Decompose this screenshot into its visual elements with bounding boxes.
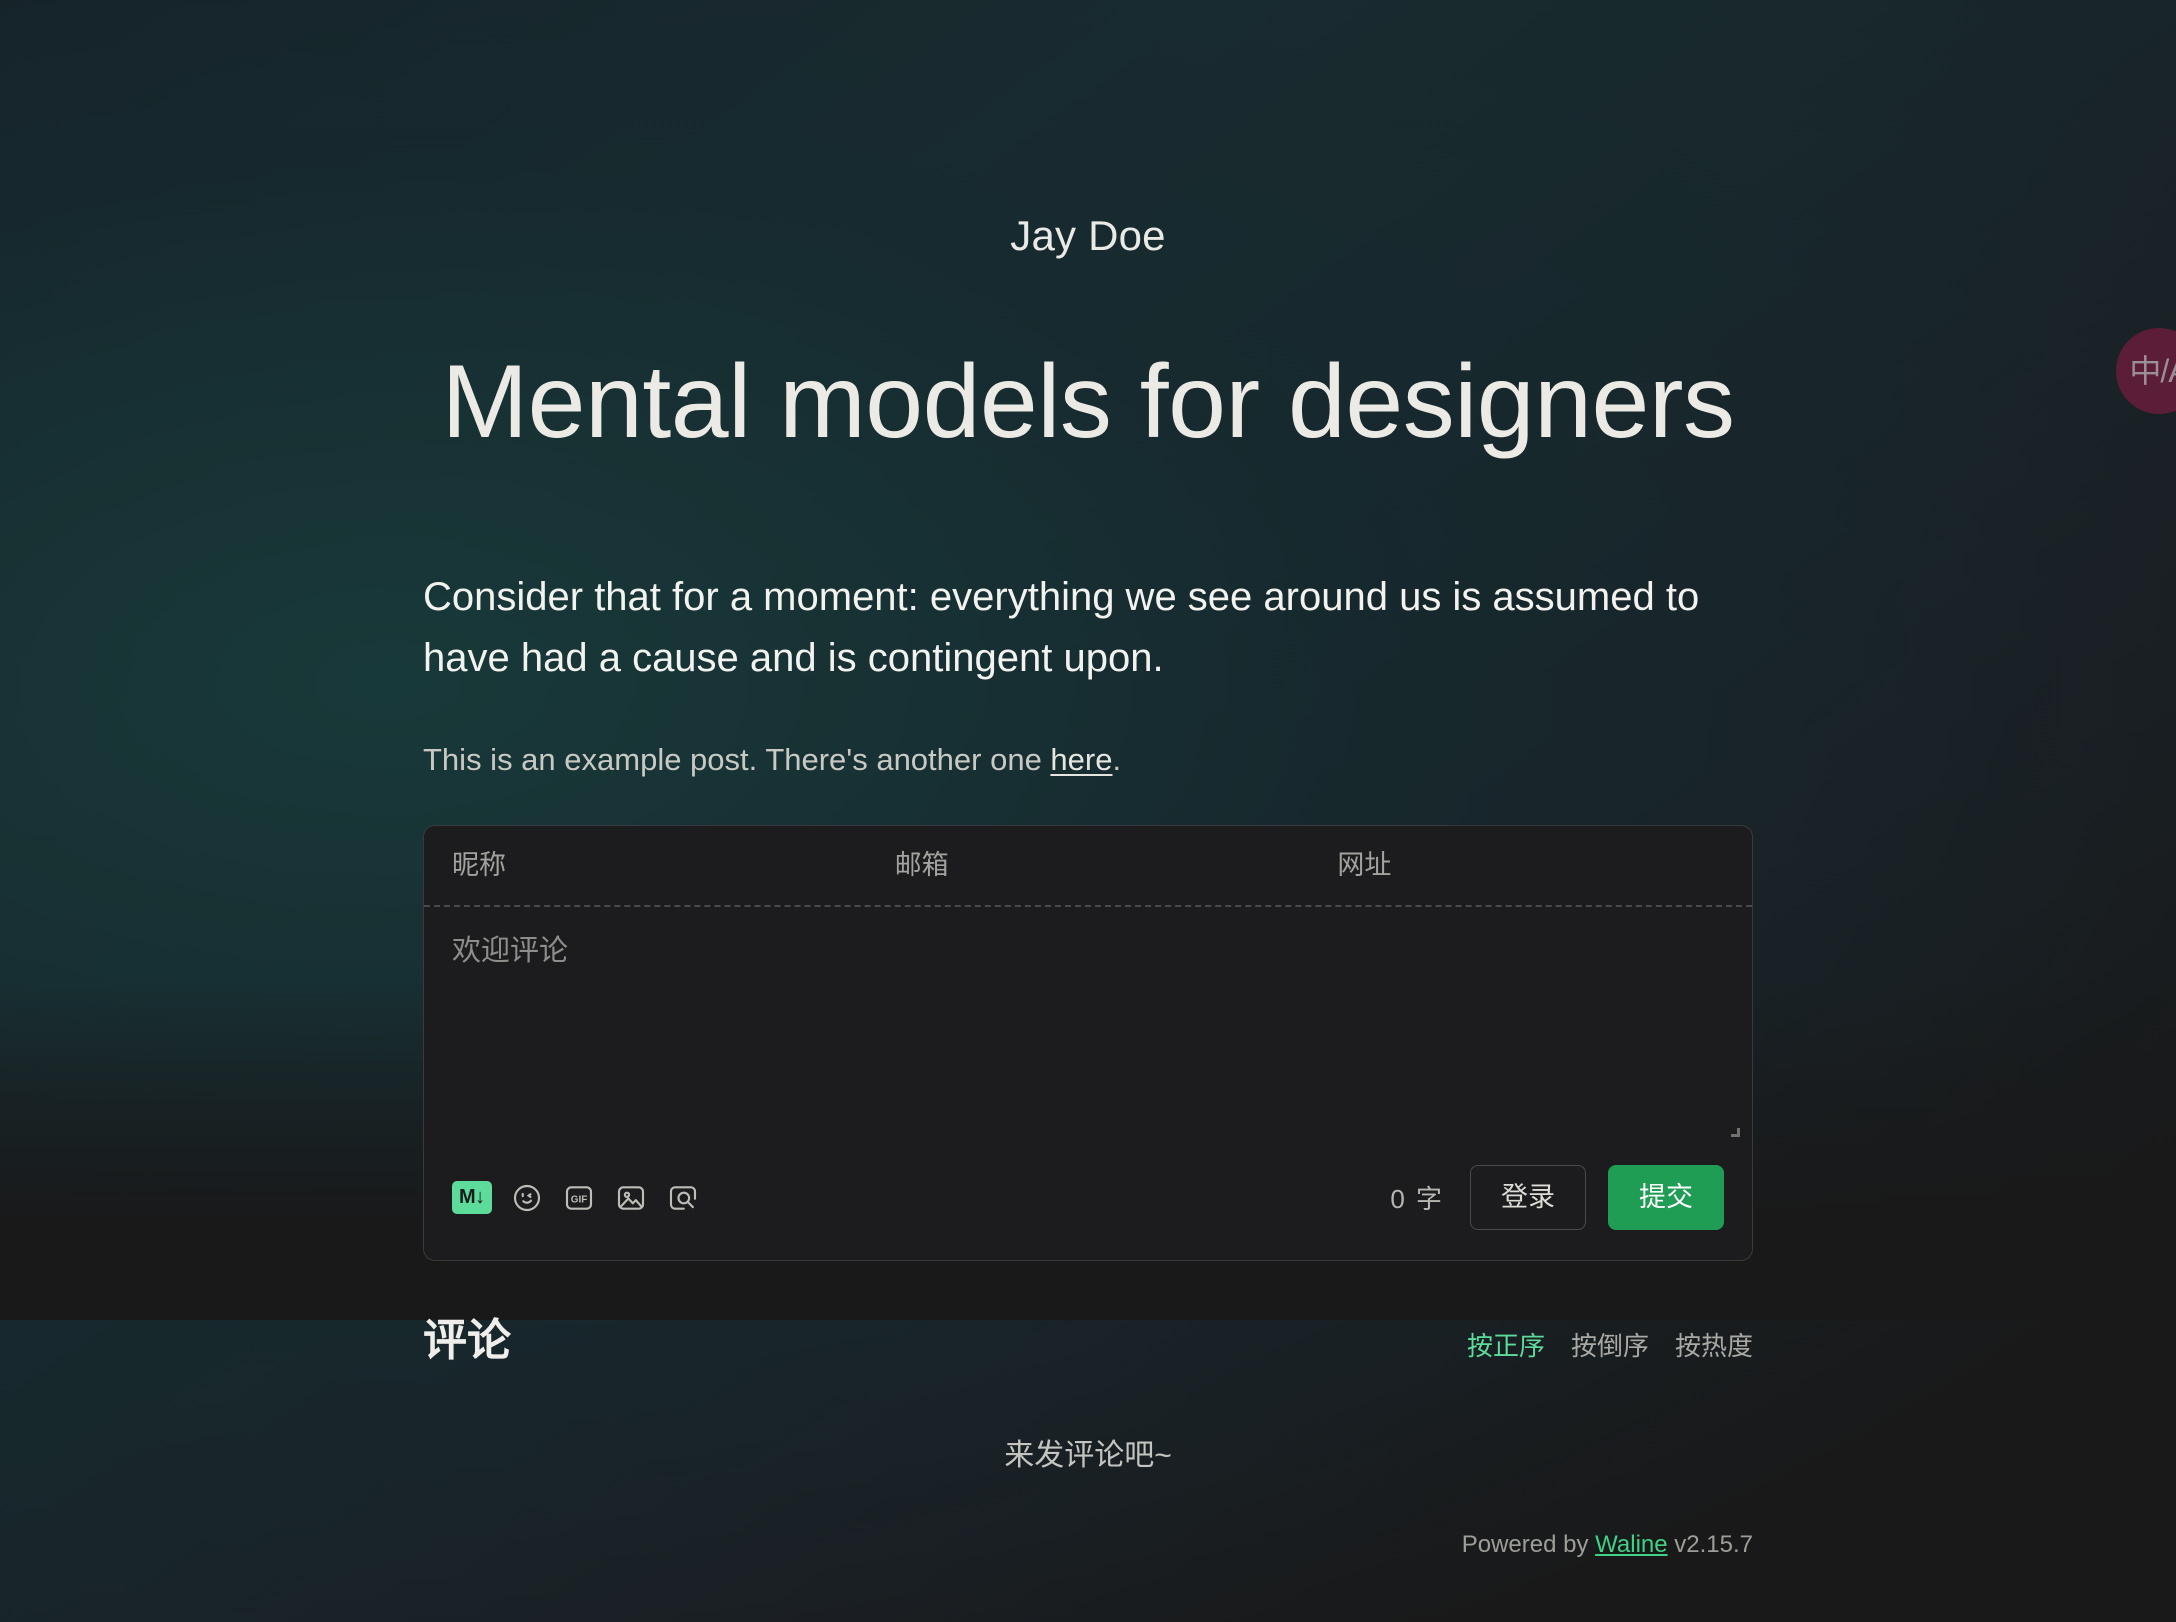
another-post-link[interactable]: here [1050, 742, 1112, 777]
email-placeholder: 邮箱 [894, 850, 949, 881]
comment-sort-tabs: 按正序 按倒序 按热度 [1467, 1333, 1753, 1363]
composer-toolbar: M↓ GIF 0 字 登录 提交 [424, 1147, 1752, 1260]
comments-header: 评论 按正序 按倒序 按热度 [423, 1319, 1753, 1363]
comment-textarea-placeholder: 欢迎评论 [452, 935, 569, 968]
comments-empty-state: 来发评论吧~ [1004, 1439, 1172, 1473]
submit-button[interactable]: 提交 [1608, 1165, 1724, 1231]
sort-hottest[interactable]: 按热度 [1675, 1333, 1753, 1359]
site-author: Jay Doe [1010, 212, 1166, 259]
note-prefix-text: This is an example post. There's another… [423, 741, 1051, 777]
preview-icon[interactable] [666, 1181, 700, 1215]
website-placeholder: 网址 [1337, 850, 1392, 881]
waline-widget: 昵称 邮箱 网址 欢迎评论 M↓ GIF 0 字 登录 提交 [423, 825, 1753, 1262]
waline-version: v2.15.7 [1667, 1531, 1753, 1559]
image-icon[interactable] [614, 1181, 648, 1215]
comment-meta-row: 昵称 邮箱 网址 [424, 826, 1752, 908]
waline-brand-link[interactable]: Waline [1595, 1531, 1667, 1558]
composer-action-group: 0 字 登录 提交 [1390, 1165, 1724, 1231]
word-count: 0 字 [1390, 1184, 1444, 1215]
login-button[interactable]: 登录 [1470, 1165, 1586, 1231]
website-field[interactable]: 网址 [1309, 826, 1752, 905]
textarea-resize-handle[interactable] [1730, 1127, 1740, 1138]
article-lead-paragraph: Consider that for a moment: everything w… [423, 575, 1700, 681]
powered-by-footer: Powered by Waline v2.15.7 [423, 1533, 1753, 1557]
markdown-icon[interactable]: M↓ [452, 1181, 492, 1215]
comment-form-card: 昵称 邮箱 网址 欢迎评论 M↓ GIF 0 字 登录 提交 [423, 825, 1753, 1262]
note-suffix-text: . [1112, 741, 1122, 777]
page-title: Mental models for designers [441, 344, 1735, 460]
sort-ascending[interactable]: 按正序 [1467, 1333, 1545, 1359]
svg-text:GIF: GIF [570, 1194, 586, 1205]
comment-textarea[interactable]: 欢迎评论 [424, 907, 1752, 1147]
nickname-field[interactable]: 昵称 [424, 826, 867, 905]
sort-descending[interactable]: 按倒序 [1571, 1333, 1649, 1359]
email-field[interactable]: 邮箱 [867, 826, 1310, 905]
composer-tool-group: M↓ GIF [452, 1181, 700, 1215]
page-content: Jay Doe Mental models for designers Cons… [0, 0, 2176, 1557]
powered-prefix: Powered by [1461, 1531, 1596, 1559]
nickname-placeholder: 昵称 [452, 850, 506, 881]
article-note-paragraph: This is an example post. There's another… [423, 737, 1753, 784]
comments-title: 评论 [423, 1316, 511, 1366]
gif-icon[interactable]: GIF [562, 1181, 596, 1215]
article-body: Consider that for a moment: everything w… [423, 567, 1753, 783]
emoji-icon[interactable] [510, 1181, 544, 1215]
page-root: Jay Doe Mental models for designers Cons… [0, 0, 2176, 1622]
